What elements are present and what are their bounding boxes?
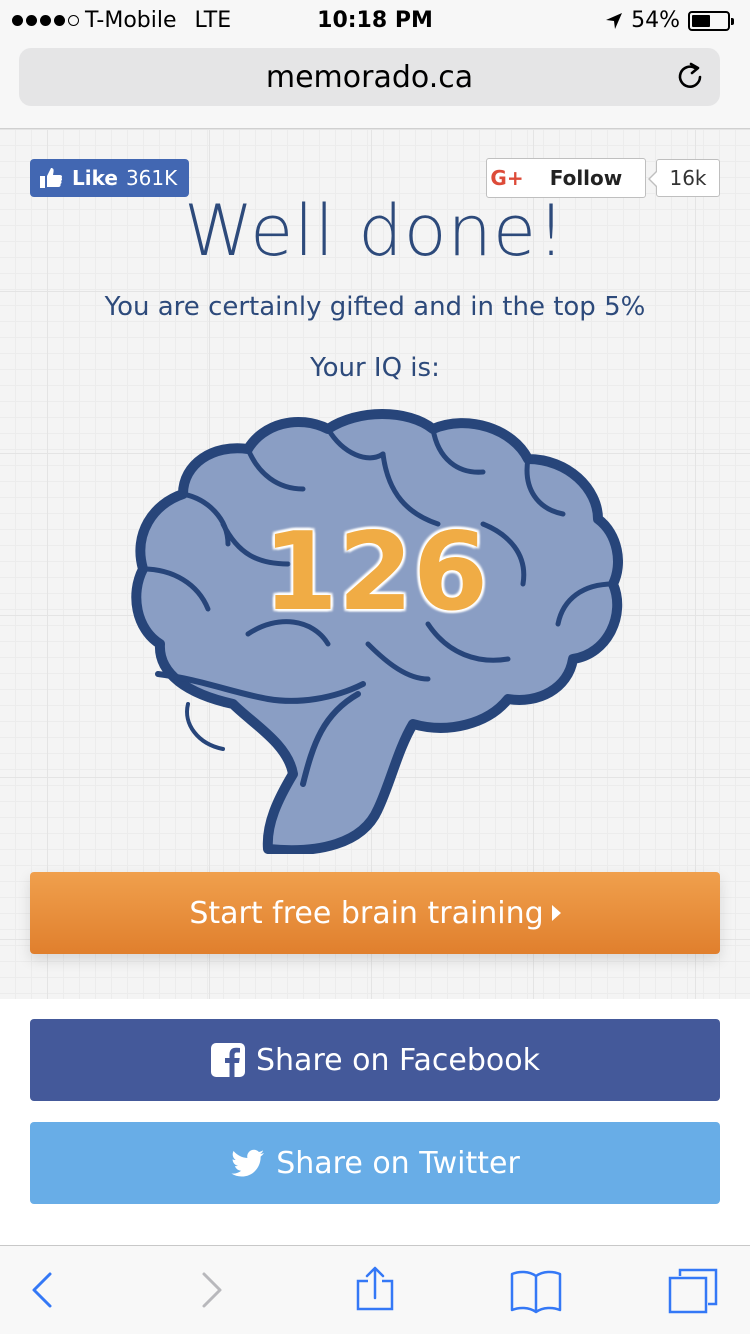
- thumbs-up-icon: [40, 168, 63, 188]
- location-arrow-icon: [606, 12, 623, 29]
- battery-percent: 54%: [631, 8, 680, 33]
- play-arrow-icon: [551, 905, 561, 921]
- battery-fill: [692, 14, 711, 27]
- twitter-icon: [231, 1149, 265, 1177]
- browser-toolbar: [0, 1245, 750, 1334]
- iq-score: 126: [262, 510, 489, 635]
- share-icon[interactable]: [351, 1266, 399, 1314]
- result-subtitle: You are certainly gifted and in the top …: [104, 292, 646, 322]
- iq-label: Your IQ is:: [310, 353, 440, 383]
- forward-icon[interactable]: [186, 1266, 234, 1314]
- follow-label: Follow: [549, 166, 623, 190]
- status-bar: T-Mobile LTE 10:18 PM 54%: [0, 0, 750, 40]
- url-text[interactable]: memorado.ca: [19, 60, 720, 95]
- reload-icon[interactable]: [674, 60, 706, 92]
- share-twitter-button[interactable]: Share on Twitter: [30, 1122, 720, 1204]
- start-training-button[interactable]: Start free brain training: [30, 872, 720, 954]
- like-label: Like: [72, 166, 118, 190]
- share-facebook-label: Share on Facebook: [256, 1042, 540, 1078]
- bookmarks-icon[interactable]: [509, 1266, 563, 1314]
- google-plus-icon: G+: [490, 166, 524, 190]
- back-icon[interactable]: [20, 1266, 68, 1314]
- facebook-icon: [211, 1043, 245, 1077]
- start-training-label: Start free brain training: [189, 895, 544, 931]
- page-title: Well done!: [183, 190, 567, 272]
- address-bar[interactable]: memorado.ca: [19, 48, 720, 106]
- battery-icon: [688, 10, 734, 31]
- status-right: 54%: [605, 8, 734, 33]
- like-count: 361K: [125, 166, 178, 190]
- tabs-icon[interactable]: [668, 1266, 720, 1314]
- share-facebook-button[interactable]: Share on Facebook: [30, 1019, 720, 1101]
- share-twitter-label: Share on Twitter: [276, 1145, 520, 1181]
